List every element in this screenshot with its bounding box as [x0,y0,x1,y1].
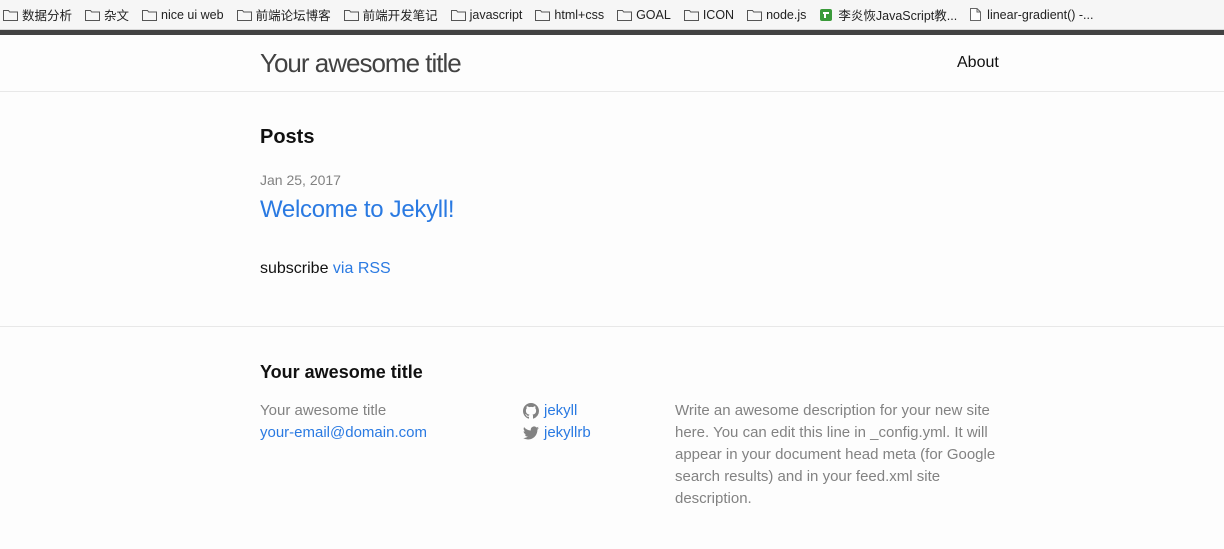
bookmark-item[interactable]: html+css [535,4,609,26]
site-header: Your awesome title About [0,35,1224,92]
bookmark-item[interactable]: linear-gradient() -... [970,4,1098,26]
footer-social-list: jekyll jekyllrb [523,400,591,444]
folder-icon [85,9,101,21]
folder-icon [450,9,466,21]
bookmark-label: javascript [469,7,523,22]
post-date: Jan 25, 2017 [260,172,341,188]
rss-link[interactable]: via RSS [333,260,391,277]
bookmark-item[interactable]: 杂文 [85,4,134,26]
bookmark-item[interactable]: 前端论坛博客 [236,4,336,26]
footer-heading: Your awesome title [260,362,423,382]
github-link[interactable]: jekyll [523,400,591,422]
bookmark-item[interactable]: node.js [747,4,811,26]
bookmark-item[interactable]: 数据分析 [3,4,77,26]
folder-icon [3,9,18,21]
bookmark-item[interactable]: 前端开发笔记 [343,4,443,26]
bookmark-label: 数据分析 [22,9,73,23]
site-description: Write an awesome description for your ne… [675,402,996,507]
green-extension-icon [820,8,833,21]
bookmark-label: 前端开发笔记 [362,9,438,23]
rss-prefix: subscribe [260,260,333,277]
bookmark-item[interactable]: 李炎恢JavaScript教... [819,4,962,26]
bookmark-label: GOAL [636,7,671,22]
footer-site-name: Your awesome title [260,402,387,419]
bookmark-item[interactable]: ICON [683,4,739,26]
github-username: jekyll [544,402,578,419]
footer-email-link[interactable]: your-email@domain.com [260,422,427,444]
bookmark-label: 李炎恢JavaScript教... [838,9,958,23]
folder-icon [747,9,763,21]
footer-contact-list: Your awesome title your-email@domain.com [260,400,427,444]
folder-icon [683,9,699,21]
twitter-username: jekyllrb [544,424,591,441]
twitter-link[interactable]: jekyllrb [523,422,591,444]
nav-about-link[interactable]: About [957,54,999,72]
bookmark-item[interactable]: GOAL [617,4,676,26]
folder-icon [142,9,158,21]
bookmark-label: node.js [766,7,807,22]
site-footer: Your awesome title Your awesome title yo… [0,326,1224,549]
folder-icon [236,9,252,21]
bookmark-item[interactable]: javascript [450,4,528,26]
bookmark-label: linear-gradient() -... [987,7,1094,22]
page-icon [970,8,982,21]
bookmark-label: 前端论坛博客 [255,9,331,23]
folder-icon [535,9,551,21]
folder-icon [617,9,633,21]
bookmark-label: nice ui web [161,7,224,22]
folder-icon [343,9,359,21]
rss-subscribe: subscribe via RSS [260,260,391,278]
post-title-link[interactable]: Welcome to Jekyll! [260,196,455,224]
bookmark-item[interactable]: nice ui web [142,4,229,26]
bookmark-label: html+css [554,7,605,22]
posts-heading: Posts [260,126,315,148]
bookmarks-bar: 数据分析 杂文 nice ui web 前端论坛博客 前端开发笔记 javasc… [0,0,1224,30]
github-icon [523,403,539,419]
twitter-icon [523,426,539,440]
bookmark-label: ICON [702,7,735,22]
bookmark-label: 杂文 [104,9,130,23]
site-title-link[interactable]: Your awesome title [260,48,462,79]
